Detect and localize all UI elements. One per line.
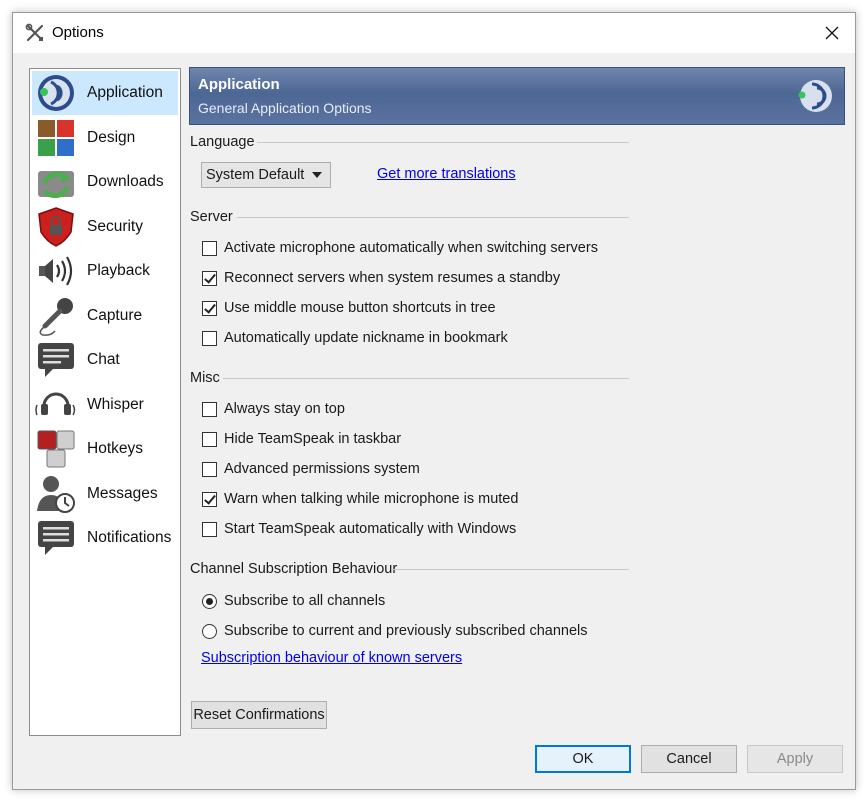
- sidebar-item-label: Application: [87, 84, 163, 101]
- chat-icon: [38, 343, 74, 377]
- language-select-value: System Default: [206, 167, 305, 183]
- server-option-reconnect[interactable]: Reconnect servers when system resumes a …: [202, 267, 560, 289]
- language-select[interactable]: System Default: [201, 162, 331, 188]
- page-header: Application General Application Options: [189, 67, 845, 125]
- subscription-divider: [391, 569, 629, 570]
- close-icon: [825, 26, 839, 40]
- close-button[interactable]: [809, 13, 855, 53]
- misc-option-hide-taskbar[interactable]: Hide TeamSpeak in taskbar: [202, 428, 401, 450]
- subscribe-current-option[interactable]: Subscribe to current and previously subs…: [202, 620, 588, 642]
- teamspeak-logo-icon: [798, 80, 832, 112]
- chevron-down-icon: [312, 172, 322, 178]
- sidebar-item-playback[interactable]: Playback: [32, 249, 178, 293]
- server-group-label: Server: [190, 209, 238, 225]
- server-option-middle-mouse[interactable]: Use middle mouse button shortcuts in tre…: [202, 297, 496, 319]
- misc-divider: [223, 378, 629, 379]
- headset-icon: [35, 392, 76, 416]
- language-divider: [257, 142, 629, 143]
- checkbox-label: Start TeamSpeak automatically with Windo…: [224, 521, 517, 537]
- tools-icon: [25, 23, 44, 42]
- sidebar-item-messages[interactable]: Messages: [32, 472, 178, 516]
- playback-icon: [39, 256, 73, 286]
- sidebar-item-chat[interactable]: Chat: [32, 338, 178, 382]
- ok-button[interactable]: OK: [535, 745, 631, 773]
- reset-confirmations-button[interactable]: Reset Confirmations: [191, 701, 327, 729]
- checkbox[interactable]: [202, 401, 217, 417]
- sidebar-item-notifications[interactable]: Notifications: [32, 516, 178, 560]
- messages-icon: [37, 476, 75, 513]
- notifications-icon: [38, 521, 74, 555]
- checkbox-label: Warn when talking while microphone is mu…: [224, 491, 519, 507]
- subscription-group-label: Channel Subscription Behaviour: [190, 561, 403, 577]
- sidebar-item-label: Design: [87, 129, 136, 146]
- design-icon: [38, 120, 74, 156]
- language-group-label: Language: [190, 134, 260, 150]
- checkbox-label: Advanced permissions system: [224, 461, 420, 477]
- checkbox-label: Hide TeamSpeak in taskbar: [224, 431, 402, 447]
- hotkeys-icon: [37, 430, 75, 468]
- sidebar-item-label: Security: [87, 218, 143, 235]
- window-title: Options: [52, 24, 104, 41]
- misc-option-stay-on-top[interactable]: Always stay on top: [202, 398, 345, 420]
- sidebar-item-capture[interactable]: Capture: [32, 294, 178, 338]
- radio-button[interactable]: [202, 623, 217, 639]
- server-divider: [237, 217, 629, 218]
- sidebar-item-label: Playback: [87, 262, 150, 279]
- downloads-icon: [38, 171, 74, 199]
- checkbox[interactable]: [202, 330, 217, 346]
- checkbox-label: Always stay on top: [224, 401, 345, 417]
- misc-option-autostart[interactable]: Start TeamSpeak automatically with Windo…: [202, 518, 516, 540]
- checkbox-label: Use middle mouse button shortcuts in tre…: [224, 300, 496, 316]
- checkbox[interactable]: [202, 431, 217, 447]
- radio-button[interactable]: [202, 593, 217, 609]
- options-window: Options Application Design Downloads Sec…: [12, 12, 856, 790]
- checkbox-label: Reconnect servers when system resumes a …: [224, 270, 561, 286]
- sidebar-item-label: Hotkeys: [87, 440, 143, 457]
- cancel-button[interactable]: Cancel: [641, 745, 737, 773]
- sidebar-item-label: Downloads: [87, 173, 164, 190]
- sidebar-item-hotkeys[interactable]: Hotkeys: [32, 427, 178, 471]
- get-translations-link[interactable]: Get more translations: [377, 166, 516, 182]
- sidebar-item-label: Notifications: [87, 529, 172, 546]
- security-icon: [38, 207, 74, 247]
- radio-label: Subscribe to all channels: [224, 593, 386, 609]
- checkbox[interactable]: [202, 521, 217, 537]
- checkbox[interactable]: [202, 300, 217, 316]
- page-subtitle: General Application Options: [198, 100, 372, 116]
- sidebar-item-whisper[interactable]: Whisper: [32, 383, 178, 427]
- radio-label: Subscribe to current and previously subs…: [224, 623, 588, 639]
- sidebar-item-security[interactable]: Security: [32, 205, 178, 249]
- sidebar-item-label: Messages: [87, 485, 158, 502]
- server-option-activate-mic[interactable]: Activate microphone automatically when s…: [202, 237, 598, 259]
- checkbox[interactable]: [202, 270, 217, 286]
- title-bar: Options: [13, 13, 855, 53]
- sidebar-item-design[interactable]: Design: [32, 116, 178, 160]
- checkbox-label: Activate microphone automatically when s…: [224, 240, 598, 256]
- checkbox[interactable]: [202, 491, 217, 507]
- server-option-update-nickname[interactable]: Automatically update nickname in bookmar…: [202, 327, 508, 349]
- misc-option-warn-muted[interactable]: Warn when talking while microphone is mu…: [202, 488, 518, 510]
- checkbox[interactable]: [202, 240, 217, 256]
- application-icon: [38, 75, 74, 111]
- page-title: Application: [198, 76, 280, 93]
- microphone-icon: [39, 298, 73, 336]
- sidebar-item-application[interactable]: Application: [32, 71, 178, 115]
- subscription-known-servers-link[interactable]: Subscription behaviour of known servers: [201, 650, 462, 666]
- sidebar-item-label: Chat: [87, 351, 120, 368]
- checkbox[interactable]: [202, 461, 217, 477]
- category-list: Application Design Downloads Security Pl…: [29, 68, 181, 736]
- checkbox-label: Automatically update nickname in bookmar…: [224, 330, 508, 346]
- subscribe-all-option[interactable]: Subscribe to all channels: [202, 590, 385, 612]
- sidebar-item-downloads[interactable]: Downloads: [32, 160, 178, 204]
- apply-button[interactable]: Apply: [747, 745, 843, 773]
- misc-group-label: Misc: [190, 370, 225, 386]
- sidebar-item-label: Capture: [87, 307, 143, 324]
- misc-option-advanced-permissions[interactable]: Advanced permissions system: [202, 458, 420, 480]
- sidebar-item-label: Whisper: [87, 396, 144, 413]
